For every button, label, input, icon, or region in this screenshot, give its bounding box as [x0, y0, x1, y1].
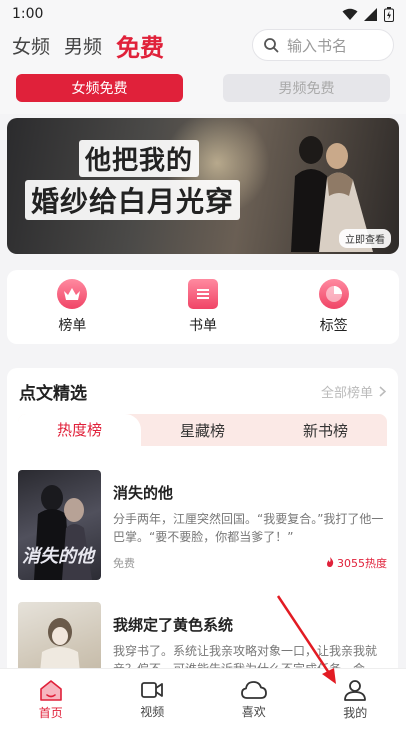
subtab-female-free[interactable]: 女频免费	[16, 74, 183, 102]
signal-icon	[364, 7, 377, 21]
banner-cta[interactable]: 立即查看	[339, 229, 391, 248]
promo-banner[interactable]: 他把我的 婚纱给白月光穿 立即查看	[7, 118, 399, 254]
book-price: 免费	[113, 557, 135, 570]
book-title: 我绑定了黄色系统	[113, 616, 234, 634]
picks-title: 点文精选	[19, 383, 87, 404]
book-heat-value: 3055热度	[337, 557, 387, 570]
quick-tags-label: 标签	[319, 318, 348, 334]
quick-entries: 榜单 书单 标签	[7, 270, 399, 344]
book-desc: 分手两年，江厘突然回国。“我要复合。”我打了他一巴掌。“要不要脸，你都当爹了！”	[113, 512, 384, 544]
book-meta: 免费 3055热度	[113, 555, 387, 571]
quick-tags[interactable]: 标签	[268, 270, 399, 344]
cover-art	[39, 618, 81, 678]
subtabs: 女频免费 男频免费	[0, 62, 406, 114]
nav-profile[interactable]: 我的	[305, 669, 406, 730]
flame-icon	[326, 557, 333, 567]
person-icon	[344, 679, 367, 701]
nav-favorites-label: 喜欢	[241, 704, 266, 719]
tab-free[interactable]: 免费	[116, 28, 164, 63]
quick-ranking[interactable]: 榜单	[7, 270, 138, 344]
search-box[interactable]: 输入书名	[252, 29, 394, 61]
quick-ranking-label: 榜单	[58, 318, 87, 334]
status-icons	[342, 6, 394, 22]
list-icon	[188, 279, 218, 309]
banner-title-line2: 婚纱给白月光穿	[25, 180, 241, 220]
book-item[interactable]: 消失的他 消失的他 分手两年，江厘突然回国。“我要复合。”我打了他一巴掌。“要不…	[7, 470, 398, 580]
book-title: 消失的他	[113, 484, 174, 502]
book-cover	[18, 602, 101, 678]
nav-profile-label: 我的	[343, 705, 368, 720]
nav-home[interactable]: 首页	[0, 669, 102, 730]
all-rankings-link[interactable]: 全部榜单	[321, 382, 386, 401]
picks-header: 点文精选 全部榜单	[7, 368, 398, 414]
cover-title: 消失的他	[22, 546, 94, 567]
cloud-icon	[240, 680, 267, 699]
wifi-icon	[342, 8, 358, 20]
quick-booklist[interactable]: 书单	[138, 270, 269, 344]
nav-favorites[interactable]: 喜欢	[203, 669, 305, 730]
book-heat: 3055热度	[326, 555, 387, 571]
search-placeholder: 输入书名	[287, 36, 348, 55]
book-item[interactable]: 我绑定了黄色系统 我穿书了。系统让我亲攻略对象一口，让我亲我就亲？偏不。可谁能告…	[7, 602, 398, 678]
home-icon	[39, 679, 62, 701]
book-info: 我绑定了黄色系统 我穿书了。系统让我亲攻略对象一口，让我亲我就亲？偏不。可谁能告…	[113, 602, 387, 678]
rank-tab-new[interactable]: 新书榜	[264, 420, 387, 441]
chevron-right-icon	[379, 385, 386, 397]
search-icon	[264, 38, 279, 53]
quick-booklist-label: 书单	[189, 318, 217, 334]
book-info: 消失的他 分手两年，江厘突然回国。“我要复合。”我打了他一巴掌。“要不要脸，你都…	[113, 470, 387, 580]
video-icon	[141, 681, 164, 698]
nav-home-label: 首页	[38, 705, 63, 720]
nav-video-label: 视频	[140, 704, 165, 719]
tab-male[interactable]: 男频	[64, 32, 102, 59]
book-cover: 消失的他	[18, 470, 101, 580]
rank-tab-hot[interactable]: 热度榜	[18, 414, 141, 446]
status-time: 1:00	[12, 6, 44, 22]
all-rankings-label: 全部榜单	[320, 385, 373, 401]
nav-video[interactable]: 视频	[102, 669, 204, 730]
banner-title-line1: 他把我的	[79, 140, 200, 177]
rank-tab-star[interactable]: 星藏榜	[141, 420, 264, 441]
battery-icon	[384, 6, 394, 22]
top-nav: 女频 男频 免费 输入书名	[0, 28, 406, 62]
editor-picks: 点文精选 全部榜单 热度榜 星藏榜 新书榜 消失的他 消失的他 分手两年，江厘突…	[7, 368, 398, 678]
rank-tabs: 热度榜 星藏榜 新书榜	[18, 414, 387, 446]
status-bar: 1:00	[0, 0, 406, 28]
pie-icon	[318, 279, 349, 309]
tab-female[interactable]: 女频	[12, 32, 50, 59]
bottom-nav: 首页 视频 喜欢 我的	[0, 668, 406, 730]
subtab-male-free[interactable]: 男频免费	[223, 74, 390, 102]
crown-icon	[57, 279, 88, 309]
